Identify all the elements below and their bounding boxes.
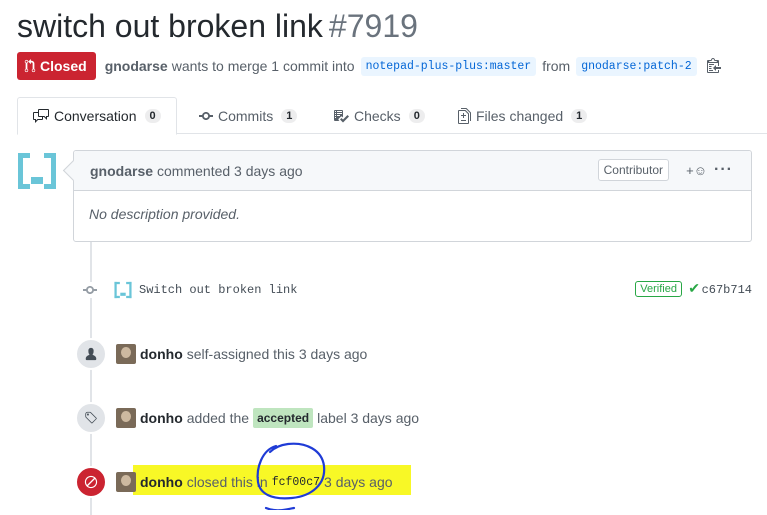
event-text: self-assigned this 3 days ago <box>186 346 368 362</box>
event-text-after: 3 days ago <box>324 474 393 490</box>
tab-files-changed-count: 1 <box>571 108 588 123</box>
commit-item: Switch out broken link Verified ✔ c67b71… <box>80 278 752 302</box>
git-commit-icon <box>199 111 213 120</box>
timeline-event-labeled: donho added the accepted label 3 days ag… <box>75 402 757 434</box>
head-branch[interactable]: gnodarse:patch-2 <box>576 56 697 76</box>
commit-sha-link[interactable]: c67b714 <box>702 283 752 297</box>
base-branch[interactable]: notepad-plus-plus:master <box>360 56 537 76</box>
verified-badge[interactable]: Verified <box>635 281 682 297</box>
label-accepted[interactable]: accepted <box>253 408 314 428</box>
pr-author-link[interactable]: gnodarse <box>105 58 168 74</box>
pr-title-text: switch out broken link <box>17 8 323 44</box>
tab-checks[interactable]: Checks 0 <box>333 97 425 134</box>
clipboard-icon[interactable] <box>706 57 721 76</box>
from-text: from <box>542 58 571 74</box>
tab-checks-label: Checks <box>354 107 401 124</box>
avatar[interactable] <box>116 472 136 492</box>
comment-avatar[interactable] <box>17 151 57 191</box>
pen-circle-annotation <box>256 442 326 510</box>
event-user-link[interactable]: donho <box>140 346 183 362</box>
tab-commits[interactable]: Commits 1 <box>199 97 298 134</box>
commit-avatar[interactable] <box>114 281 132 299</box>
avatar[interactable] <box>116 408 136 428</box>
git-commit-icon <box>80 282 100 298</box>
checklist-icon <box>334 109 349 122</box>
tab-commits-label: Commits <box>218 107 274 124</box>
pr-number: #7919 <box>328 8 418 44</box>
tab-checks-count: 0 <box>408 108 425 123</box>
merge-text: wants to merge 1 commit into <box>171 58 355 74</box>
comment-header: gnodarse commented 3 days ago Contributo… <box>74 151 751 191</box>
comment-box: gnodarse commented 3 days ago Contributo… <box>73 150 752 242</box>
pr-meta: Closed gnodarse wants to merge 1 commit … <box>17 52 721 80</box>
tab-files-changed-label: Files changed <box>476 107 564 124</box>
tab-files-changed[interactable]: Files changed 1 <box>458 97 588 134</box>
comment-body: No description provided. <box>89 206 240 222</box>
kebab-menu-icon[interactable]: ··· <box>714 161 733 179</box>
event-text-before: added the <box>186 410 250 426</box>
file-diff-icon <box>458 107 471 124</box>
comment-timestamp[interactable]: commented 3 days ago <box>157 163 303 179</box>
commit-message-link[interactable]: Switch out broken link <box>139 283 297 297</box>
comment-discussion-icon <box>33 109 49 123</box>
tab-conversation-count: 0 <box>144 109 161 123</box>
state-badge: Closed <box>17 52 96 80</box>
state-label: Closed <box>40 58 87 74</box>
avatar[interactable] <box>116 344 136 364</box>
event-text-after: label 3 days ago <box>317 410 420 426</box>
tag-icon <box>75 402 107 434</box>
timeline-event-closed: donho closed this in fcf00c7 3 days ago <box>75 466 757 498</box>
pr-tabs: Conversation 0 Commits 1 Checks 0 Files … <box>17 97 767 135</box>
circle-slash-icon <box>75 466 107 498</box>
tab-conversation-label: Conversation <box>54 108 137 124</box>
contributor-badge: Contributor <box>597 159 669 181</box>
timeline-event-assigned: donho self-assigned this 3 days ago <box>75 338 757 370</box>
add-reaction-icon[interactable]: +☺ <box>686 163 707 178</box>
comment-author-link[interactable]: gnodarse <box>90 163 153 179</box>
event-user-link[interactable]: donho <box>140 474 183 490</box>
person-icon <box>75 338 107 370</box>
event-user-link[interactable]: donho <box>140 410 183 426</box>
tab-conversation[interactable]: Conversation 0 <box>17 97 177 135</box>
pr-title: switch out broken link #7919 <box>17 8 418 45</box>
tab-commits-count: 1 <box>281 108 298 123</box>
check-icon[interactable]: ✔ <box>688 280 700 297</box>
git-pull-request-icon <box>24 59 36 73</box>
